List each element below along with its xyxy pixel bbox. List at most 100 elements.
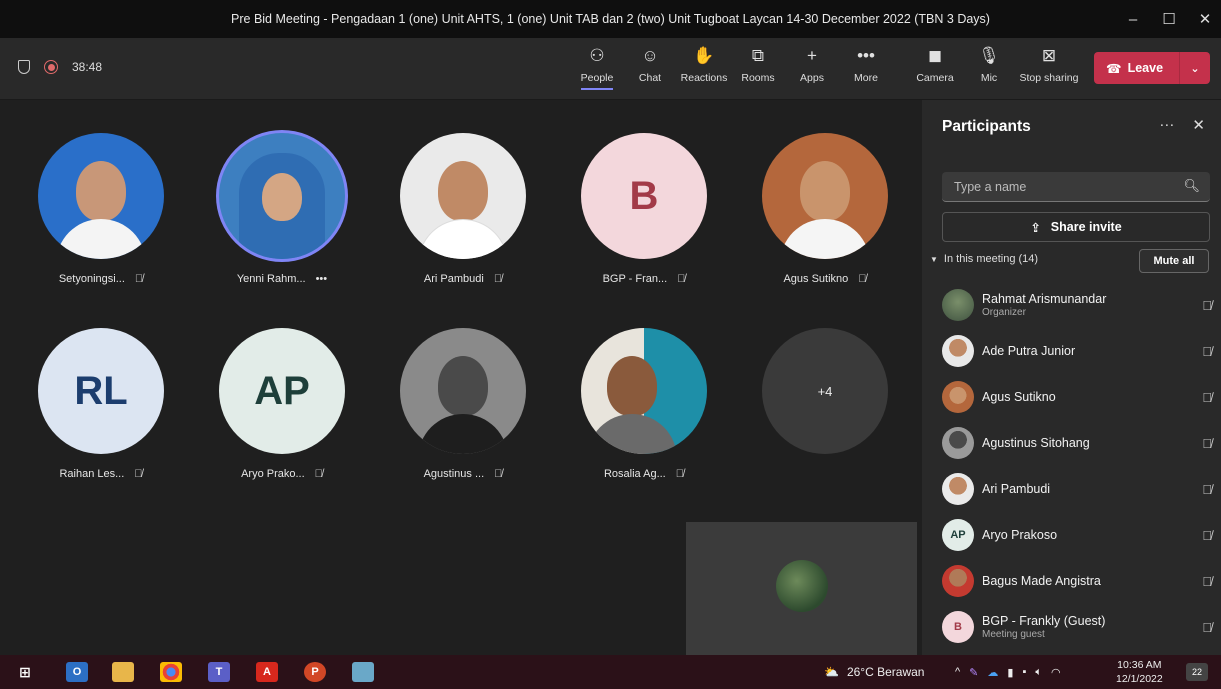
- notepad-icon[interactable]: [352, 662, 374, 682]
- mic-off-icon[interactable]: 🎙̸: [1202, 482, 1212, 497]
- leave-main[interactable]: ☎ Leave: [1094, 52, 1180, 84]
- powerpoint-icon[interactable]: P: [304, 662, 326, 682]
- onedrive-icon[interactable]: ☁: [987, 666, 998, 679]
- rooms-button[interactable]: ⧉ Rooms: [730, 46, 786, 94]
- participant-name: Rosalia Ag...: [603, 468, 666, 480]
- mic-off-icon: 🎙̸: [675, 468, 684, 480]
- list-item[interactable]: Agustinus Sitohang 🎙̸: [942, 420, 1212, 466]
- mute-all-button[interactable]: Mute all: [1139, 249, 1209, 273]
- list-item[interactable]: AP Aryo Prakoso 🎙̸: [942, 512, 1212, 558]
- chat-button[interactable]: ☺ Chat: [622, 46, 678, 94]
- avatar: [942, 427, 974, 459]
- more-button[interactable]: ••• More: [838, 46, 894, 94]
- participant-tile[interactable]: AP Aryo Prako... 🎙̸: [219, 328, 345, 480]
- camera-tray-icon[interactable]: ▪: [1022, 666, 1026, 678]
- in-meeting-section[interactable]: ▼ In this meeting (14): [930, 253, 1038, 265]
- start-windows-icon[interactable]: ⊞: [14, 662, 36, 682]
- participant-name: Setyoningsi...: [58, 273, 125, 285]
- share-icon: ⇪: [1030, 220, 1041, 235]
- mic-off-icon: 🎙̸: [134, 273, 144, 285]
- participant-tile[interactable]: Setyoningsi... 🎙̸: [38, 133, 164, 285]
- pen-icon[interactable]: ✎: [969, 666, 978, 679]
- participant-name: BGP - Fran...: [602, 273, 668, 285]
- more-participants-bubble[interactable]: +4: [762, 328, 888, 454]
- list-item[interactable]: B BGP - Frankly (Guest) Meeting guest 🎙̸: [942, 604, 1212, 650]
- file-explorer-icon[interactable]: [112, 662, 134, 682]
- self-avatar: [776, 560, 828, 612]
- mic-off-icon: 🎙̸: [494, 468, 503, 480]
- reactions-icon: ✋: [693, 46, 715, 65]
- reactions-button[interactable]: ✋ Reactions: [676, 46, 732, 94]
- recording-icon: [44, 60, 58, 74]
- participant-tile[interactable]: Agus Sutikno 🎙̸: [762, 133, 888, 285]
- minimize-button[interactable]: –: [1115, 0, 1151, 38]
- overflow-tile[interactable]: +4: [762, 328, 888, 454]
- participant-name: Aryo Prako...: [241, 468, 305, 480]
- list-item[interactable]: Rahmat Arismunandar Organizer 🎙̸: [942, 282, 1212, 328]
- participant-name: Agustinus ...: [423, 468, 485, 480]
- list-item[interactable]: Ari Pambudi 🎙̸: [942, 466, 1212, 512]
- participant-search[interactable]: 🔍︎: [942, 172, 1210, 202]
- chevron-up-icon[interactable]: ^: [955, 666, 960, 678]
- speaker-icon[interactable]: 🔈︎: [1035, 666, 1042, 679]
- list-item[interactable]: Bagus Made Angistra 🎙̸: [942, 558, 1212, 604]
- close-panel-icon[interactable]: ✕: [1192, 116, 1205, 134]
- avatar: RL: [38, 328, 164, 454]
- mic-off-icon[interactable]: 🎙̸: [1202, 620, 1212, 635]
- list-item[interactable]: Agus Sutikno 🎙̸: [942, 374, 1212, 420]
- panel-more-icon[interactable]: ···: [1159, 116, 1174, 134]
- close-window-button[interactable]: ✕: [1187, 0, 1221, 38]
- mic-off-icon[interactable]: 🎙̸: [1202, 436, 1212, 451]
- meeting-toolbar: 38:48 ⚇ People ☺ Chat ✋ Reactions ⧉ Room…: [0, 38, 1221, 100]
- weather-widget[interactable]: ⛅ 26°C Berawan: [824, 655, 924, 689]
- search-input[interactable]: [942, 172, 1210, 201]
- usb-icon[interactable]: ▮: [1007, 666, 1013, 679]
- leave-button[interactable]: ☎ Leave ⌄: [1094, 52, 1210, 84]
- mic-off-icon[interactable]: 🎙̸: [1202, 344, 1212, 359]
- avatar: [942, 289, 974, 321]
- more-options-icon[interactable]: •••: [316, 273, 328, 285]
- mic-off-icon[interactable]: 🎙̸: [1202, 528, 1212, 543]
- acrobat-icon[interactable]: A: [256, 662, 278, 682]
- mic-off-icon: 🎙̸: [314, 468, 323, 480]
- mic-button[interactable]: 🎙 Mic: [961, 46, 1017, 94]
- maximize-button[interactable]: ☐: [1151, 0, 1187, 38]
- mic-off-icon: 🎙: [978, 46, 1000, 65]
- participant-list: Rahmat Arismunandar Organizer 🎙̸ Ade Putr…: [942, 282, 1212, 650]
- participant-tile[interactable]: Ari Pambudi 🎙̸: [400, 133, 526, 285]
- camera-off-icon: ◼: [927, 46, 943, 65]
- avatar: [400, 133, 526, 259]
- participant-tile[interactable]: Agustinus ... 🎙̸: [400, 328, 526, 480]
- participants-panel: Participants ··· ✕ 🔍︎ ⇪ Share invite ▼ I…: [922, 100, 1221, 655]
- rooms-icon: ⧉: [751, 46, 765, 65]
- mic-off-icon: 🎙̸: [134, 468, 143, 480]
- notification-badge[interactable]: 22: [1186, 663, 1208, 681]
- self-view[interactable]: [686, 522, 917, 655]
- participant-name: Ari Pambudi: [423, 273, 484, 285]
- apps-button[interactable]: + Apps: [784, 46, 840, 94]
- wifi-icon[interactable]: ◠: [1051, 666, 1061, 679]
- participant-tile[interactable]: Yenni Rahm... •••: [219, 133, 345, 285]
- chrome-icon[interactable]: [160, 662, 182, 682]
- avatar: [219, 133, 345, 259]
- mic-off-icon: 🎙̸: [493, 273, 503, 285]
- avatar: [942, 473, 974, 505]
- stop-sharing-button[interactable]: ⊠ Stop sharing: [1012, 46, 1086, 94]
- outlook-icon[interactable]: O: [66, 662, 88, 682]
- system-clock[interactable]: 10:36 AM 12/1/2022: [1116, 658, 1163, 686]
- camera-button[interactable]: ◼ Camera: [907, 46, 963, 94]
- avatar: B: [581, 133, 707, 259]
- participant-tile[interactable]: RL Raihan Les... 🎙̸: [38, 328, 164, 480]
- mic-off-icon[interactable]: 🎙̸: [1202, 574, 1212, 589]
- participant-tile[interactable]: B BGP - Fran... 🎙̸: [581, 133, 707, 285]
- avatar: AP: [219, 328, 345, 454]
- list-item[interactable]: Ade Putra Junior 🎙̸: [942, 328, 1212, 374]
- mic-off-icon[interactable]: 🎙̸: [1202, 298, 1212, 313]
- teams-icon[interactable]: T: [208, 662, 230, 682]
- people-button[interactable]: ⚇ People: [569, 46, 625, 94]
- mic-off-icon[interactable]: 🎙̸: [1202, 390, 1212, 405]
- participant-tile[interactable]: Rosalia Ag... 🎙̸: [581, 328, 707, 480]
- share-invite-button[interactable]: ⇪ Share invite: [942, 212, 1210, 242]
- leave-options-chevron-icon[interactable]: ⌄: [1180, 62, 1210, 75]
- avatar: [942, 335, 974, 367]
